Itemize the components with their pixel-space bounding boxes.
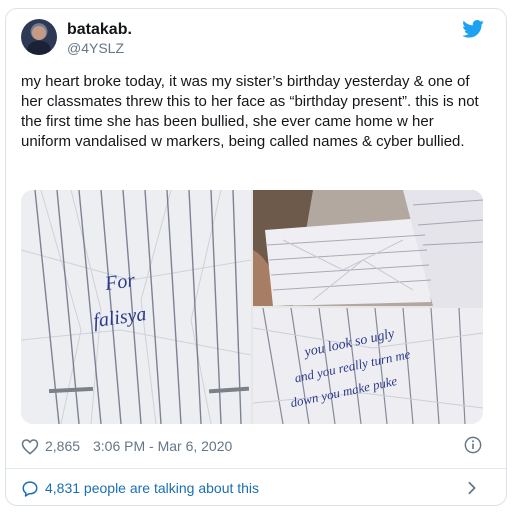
conversation-link[interactable]: 4,831 people are talking about this: [21, 478, 483, 500]
photo-note-message[interactable]: you look so ugly and you really turn me …: [253, 308, 483, 424]
heart-icon[interactable]: [21, 438, 39, 455]
display-name[interactable]: batakab.: [67, 21, 132, 39]
note-message-image: you look so ugly and you really turn me …: [253, 308, 483, 424]
tweet-timestamp[interactable]: 3:06 PM - Mar 6, 2020: [93, 438, 232, 454]
note-word-for: For: [103, 269, 137, 295]
avatar-body: [27, 41, 51, 55]
photo-note-for-falisya[interactable]: For falisya: [21, 190, 251, 424]
like-count[interactable]: 2,865: [45, 438, 80, 454]
tweet-text: my heart broke today, it was my sister’s…: [21, 73, 479, 150]
info-icon[interactable]: [464, 436, 482, 454]
avatar-face: [32, 26, 46, 40]
user-handle[interactable]: @4YSLZ: [67, 40, 124, 56]
twitter-bird-icon[interactable]: [462, 20, 484, 38]
crumpled-note-image: [253, 190, 483, 306]
speech-bubble-icon: [22, 481, 38, 497]
tweet-meta: 2,865 3:06 PM - Mar 6, 2020: [21, 436, 483, 458]
footer-divider: [6, 468, 506, 469]
chevron-right-icon[interactable]: [467, 481, 477, 495]
photo-crumpled-note[interactable]: [253, 190, 483, 306]
avatar[interactable]: [21, 19, 57, 55]
tweet-media[interactable]: For falisya you look so ugly and you rea…: [21, 190, 483, 424]
crumpled-paper-image: For falisya: [21, 190, 251, 424]
talking-count-link[interactable]: 4,831 people are talking about this: [45, 480, 259, 496]
